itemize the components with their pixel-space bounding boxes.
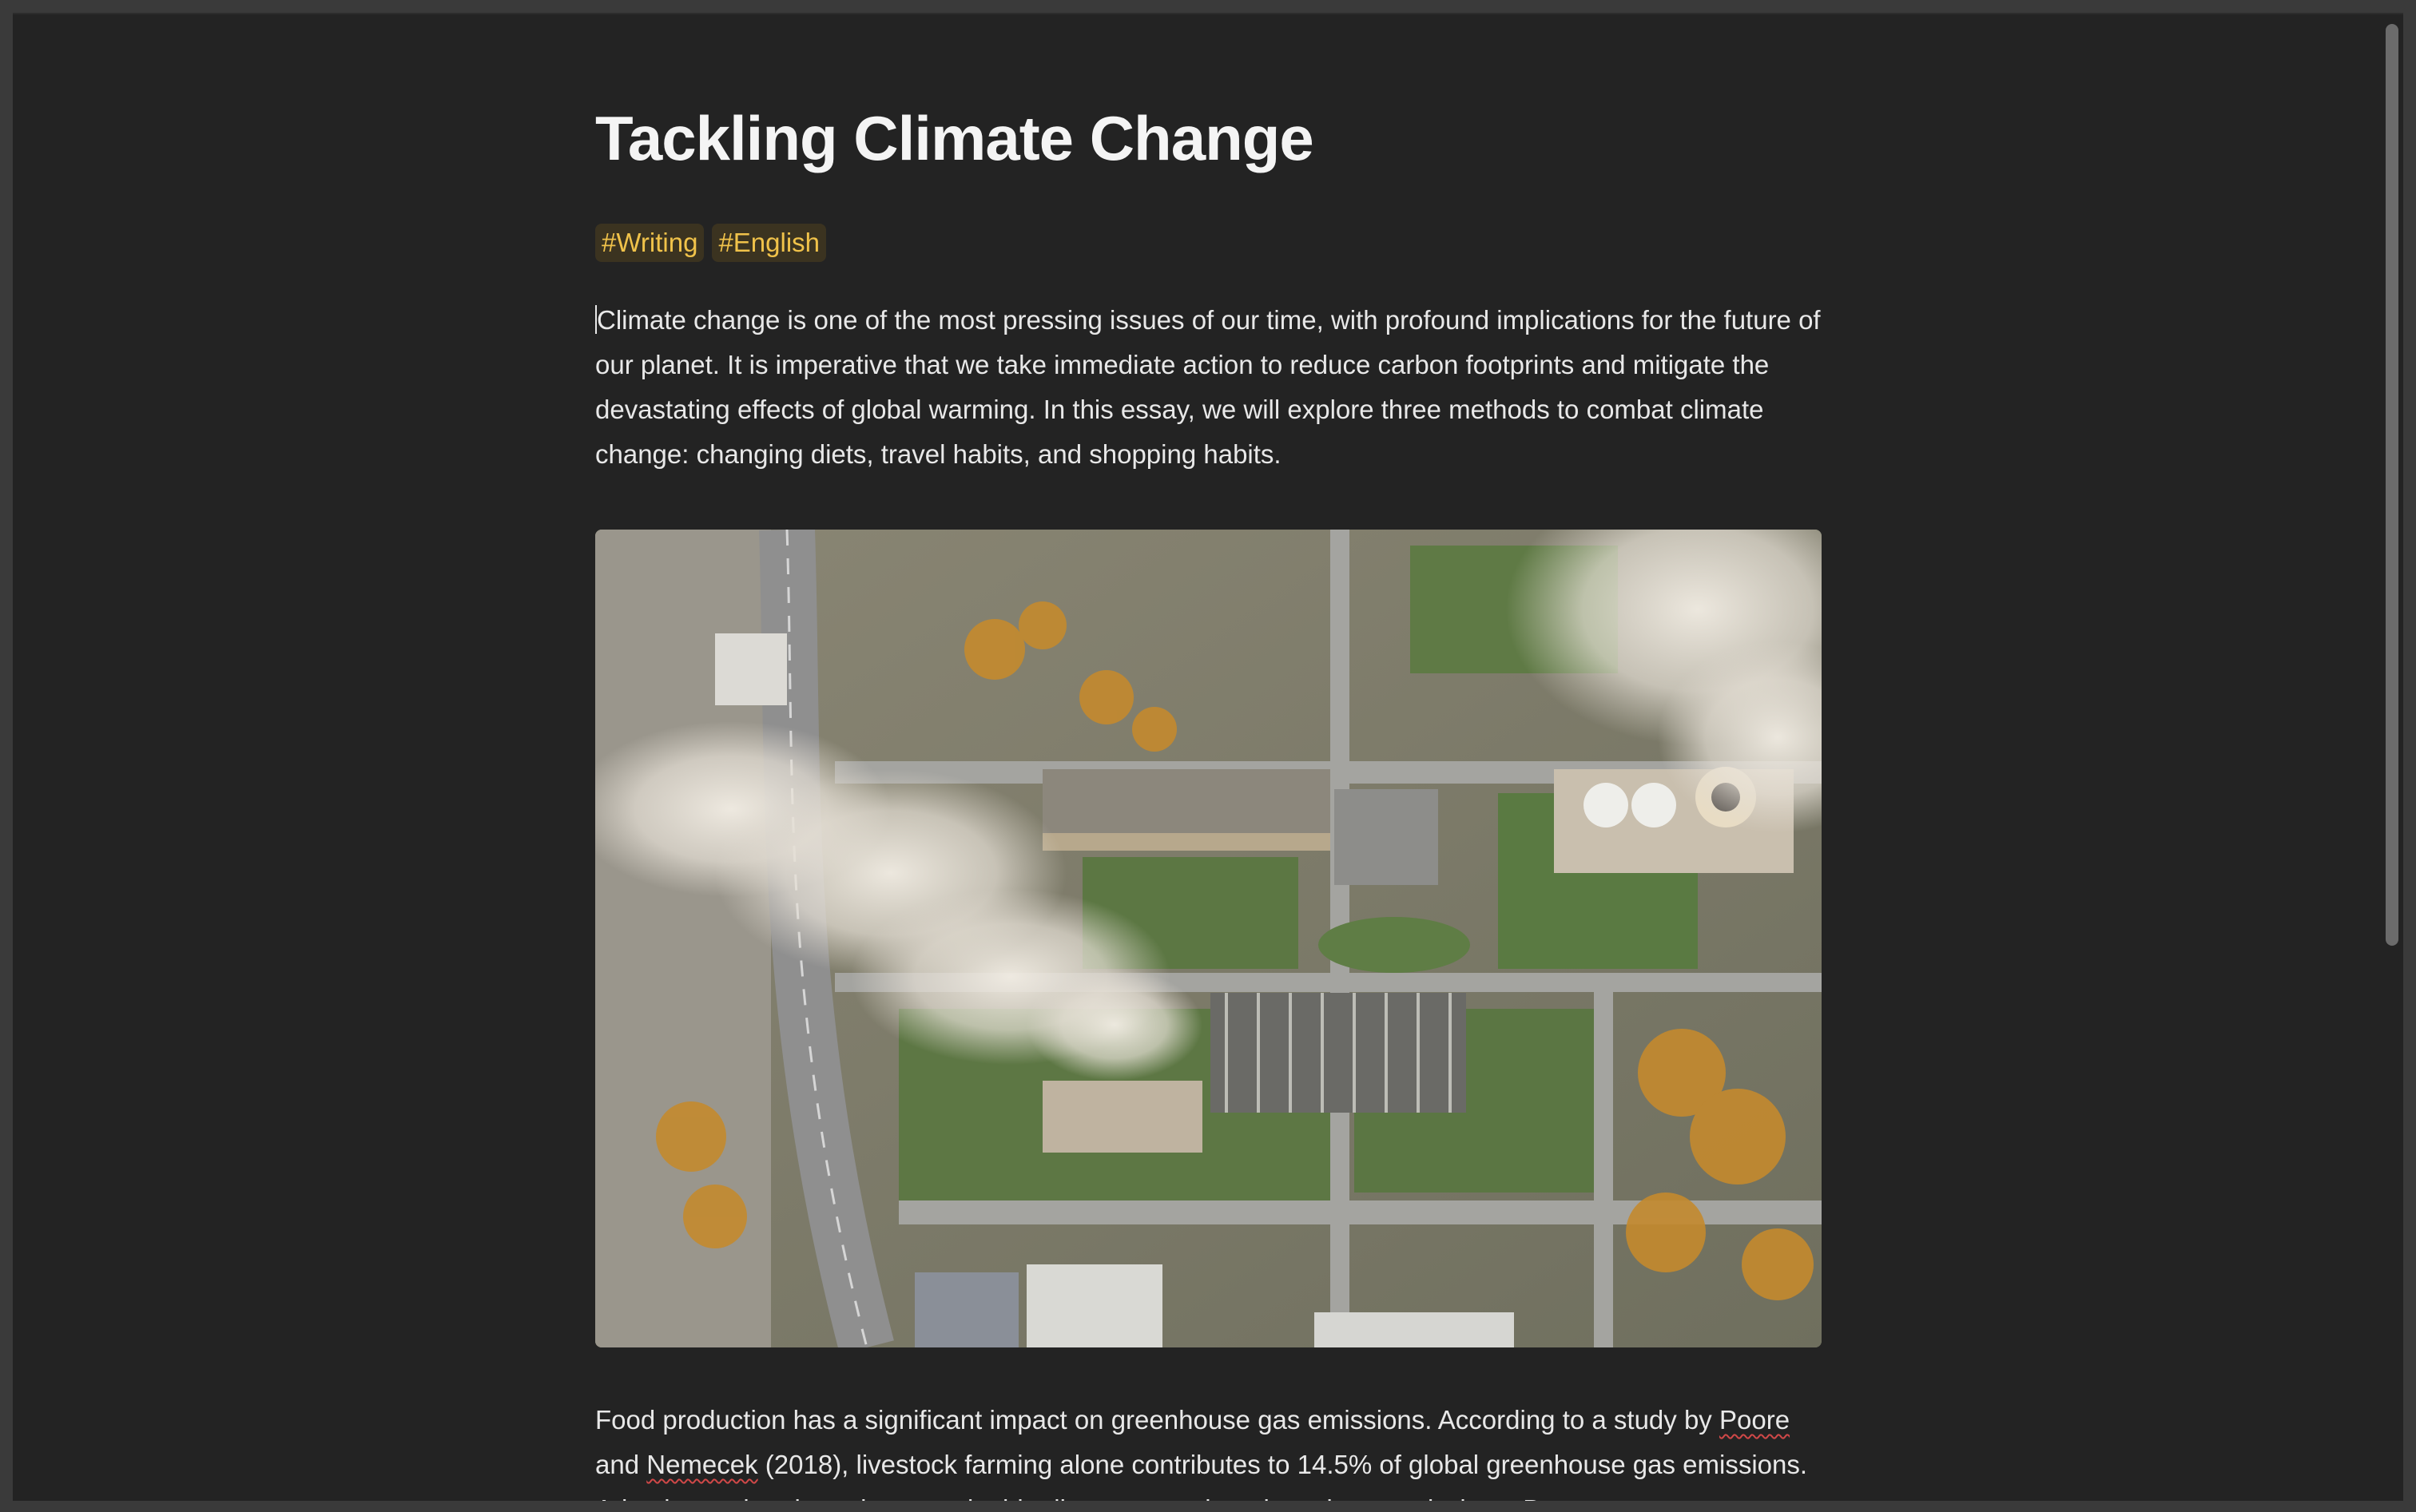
factory-aerial-image[interactable] [595, 530, 1822, 1347]
intro-paragraph[interactable]: Climate change is one of the most pressi… [595, 298, 1822, 477]
tag-english[interactable]: #English [712, 224, 827, 262]
body-text-2: and [595, 1450, 647, 1479]
scrollbar[interactable] [2382, 24, 2398, 946]
tag-list: #Writing #English [595, 224, 827, 262]
tag-writing[interactable]: #Writing [595, 224, 705, 262]
body-text-1: Food production has a significant impact… [595, 1405, 1719, 1435]
spellcheck-word-nemecek[interactable]: Nemecek [646, 1450, 757, 1479]
spellcheck-word-poore[interactable]: Poore [1719, 1405, 1790, 1435]
scrollbar-thumb[interactable] [2386, 24, 2398, 946]
intro-text: Climate change is one of the most pressi… [595, 305, 1821, 469]
editor-window: Tackling Climate Change #Writing #Englis… [13, 13, 2403, 1501]
body-text-3: (2018), livestock farming alone contribu… [595, 1450, 1808, 1501]
body-paragraph[interactable]: Food production has a significant impact… [595, 1398, 1822, 1501]
page-title[interactable]: Tackling Climate Change [595, 102, 1314, 175]
